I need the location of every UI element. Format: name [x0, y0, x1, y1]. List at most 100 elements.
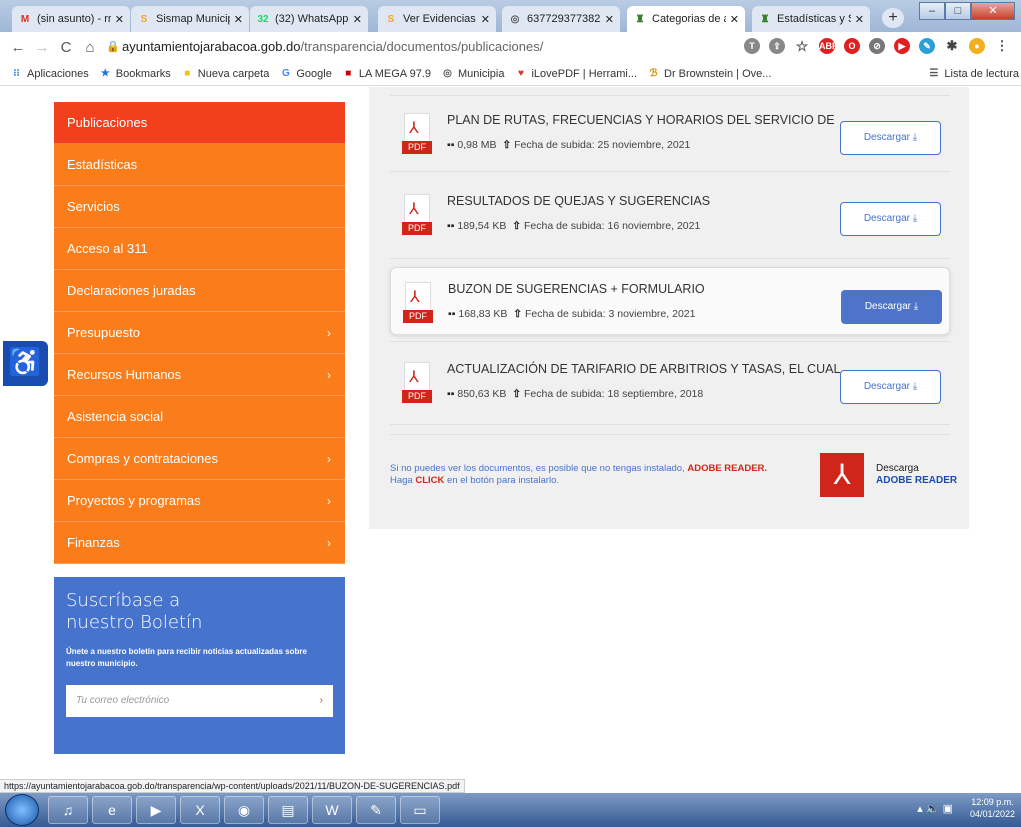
reading-list-button[interactable]: ☰ Lista de lectura: [927, 67, 1019, 80]
click-text: CLICK: [415, 475, 445, 486]
close-tab-icon[interactable]: ✕: [481, 13, 490, 26]
bookmark-star-icon[interactable]: ☆: [794, 38, 810, 54]
sidebar-item[interactable]: Proyectos y programas ›: [54, 480, 345, 522]
download-label: Descargar: [863, 381, 910, 392]
browser-tab[interactable]: S Ver Evidencias de ✕: [378, 6, 496, 32]
puzzle-icon[interactable]: ✱: [944, 38, 960, 54]
browser-tab[interactable]: ♜ Estadísticas y Su ✕: [752, 6, 870, 32]
lock-icon: 🔒: [106, 41, 120, 53]
media-player-icon[interactable]: ▶: [136, 796, 176, 824]
window-icon[interactable]: ▭: [400, 796, 440, 824]
adobe-reader-logo-icon[interactable]: ⅄: [820, 453, 864, 497]
share-icon[interactable]: ⇪: [769, 38, 785, 54]
bookmark-item[interactable]: ★ Bookmarks: [99, 67, 171, 80]
adobe-download-link[interactable]: Descarga ADOBE READER: [876, 463, 957, 487]
scanner-icon[interactable]: ✎: [356, 796, 396, 824]
tab-title: 637729377382535: [527, 13, 601, 25]
bookmark-item[interactable]: ♥ iLovePDF | Herrami...: [514, 67, 637, 80]
clock[interactable]: 12:09 p.m. 04/01/2022: [970, 796, 1015, 820]
back-icon[interactable]: ←: [6, 39, 30, 56]
bookmark-item[interactable]: ◎ Municipia: [441, 67, 504, 80]
bookmark-item[interactable]: ■ LA MEGA 97.9: [342, 67, 431, 80]
translate-icon[interactable]: T: [744, 38, 760, 54]
bookmark-label: LA MEGA 97.9: [358, 67, 431, 80]
bookmark-item[interactable]: G Google: [279, 67, 332, 80]
sidebar-item[interactable]: Finanzas ›: [54, 522, 345, 564]
bookmark-item[interactable]: ⁝⁝ Aplicaciones: [10, 67, 88, 80]
chevron-right-icon: ›: [327, 536, 331, 550]
sidebar-item[interactable]: Publicaciones: [54, 102, 345, 144]
bookmark-item[interactable]: ℬ Dr Brownstein | Ove...: [647, 67, 772, 80]
download-button[interactable]: Descargar ⤓: [840, 370, 941, 404]
browser-tab[interactable]: M (sin asunto) - rrhh ✕: [12, 6, 130, 32]
home-icon[interactable]: ⌂: [78, 39, 102, 56]
sidebar-item-label: Proyectos y programas: [67, 493, 201, 508]
forward-icon[interactable]: →: [30, 39, 54, 56]
download-icon: ⤓: [912, 213, 918, 224]
file-size-icon: ▪▪: [447, 388, 455, 400]
close-tab-icon[interactable]: ✕: [605, 13, 614, 26]
download-button[interactable]: Descargar ⤓: [841, 290, 942, 324]
sidebar-item[interactable]: Compras y contrataciones ›: [54, 438, 345, 480]
url-path: /transparencia/documentos/publicaciones/: [300, 39, 544, 54]
sidebar-item[interactable]: Presupuesto ›: [54, 312, 345, 354]
download-icon: ⤓: [913, 301, 919, 312]
close-tab-icon[interactable]: ✕: [115, 13, 124, 26]
browser-tab[interactable]: S Sismap Municipal ✕: [131, 6, 249, 32]
adobe-notice: Si no puedes ver los documentos, es posi…: [390, 463, 767, 487]
sismap-icon: S: [140, 13, 148, 25]
sidebar-item[interactable]: Recursos Humanos ›: [54, 354, 345, 396]
close-tab-icon[interactable]: ✕: [855, 13, 864, 26]
opera-icon[interactable]: O: [844, 38, 860, 54]
close-tab-icon[interactable]: ✕: [353, 13, 362, 26]
documents-panel: ⅄ PDF PLAN DE RUTAS, FRECUENCIAS Y HORARIO…: [369, 87, 969, 529]
sidebar-item-label: Estadísticas: [67, 157, 138, 172]
browser-tab[interactable]: 32 (32) WhatsApp ✕: [250, 6, 368, 32]
accessibility-button[interactable]: ♿: [3, 341, 48, 386]
start-button[interactable]: [5, 794, 39, 826]
network-icon[interactable]: ▣: [943, 803, 953, 815]
close-tab-icon[interactable]: ✕: [730, 13, 739, 26]
brush-icon[interactable]: ✎: [919, 38, 935, 54]
profile-avatar[interactable]: ●: [969, 38, 985, 54]
adblock-icon[interactable]: ABP: [819, 38, 838, 54]
chevron-right-icon: ›: [327, 326, 331, 340]
new-tab-button[interactable]: +: [882, 8, 904, 28]
file-explorer-icon[interactable]: ▤: [268, 796, 308, 824]
minimize-button[interactable]: ‒: [919, 2, 945, 20]
close-tab-icon[interactable]: ✕: [234, 13, 243, 26]
sidebar-item[interactable]: Declaraciones juradas: [54, 270, 345, 312]
gmail-icon: M: [20, 13, 30, 25]
tray-arrow-icon[interactable]: ▴: [917, 803, 923, 815]
chrome-icon[interactable]: ◉: [224, 796, 264, 824]
menu-dots-icon[interactable]: ⋮: [994, 38, 1010, 54]
browser-tab[interactable]: ◎ 637729377382535 ✕: [502, 6, 620, 32]
excel-icon[interactable]: X: [180, 796, 220, 824]
download-button[interactable]: Descargar ⤓: [840, 202, 941, 236]
maximize-button[interactable]: □: [945, 2, 971, 20]
word-icon[interactable]: W: [312, 796, 352, 824]
reload-icon[interactable]: C: [54, 39, 78, 56]
site-icon: ♜: [760, 13, 770, 25]
url-bar[interactable]: 🔒 ayuntamientojarabacoa.gob.do/transpare…: [104, 35, 724, 59]
volume-icon[interactable]: 🔈: [926, 803, 940, 815]
internet-explorer-icon[interactable]: e: [92, 796, 132, 824]
pdf-extension-icon[interactable]: ▶: [894, 38, 910, 54]
bookmark-item[interactable]: ■ Nueva carpeta: [181, 67, 269, 80]
submit-arrow-icon[interactable]: ›: [320, 685, 323, 717]
extension-icon[interactable]: ⊘: [869, 38, 885, 54]
newsletter-email-input[interactable]: Tu correo electrónico ›: [66, 685, 333, 717]
sidebar-item[interactable]: Estadísticas: [54, 144, 345, 186]
pdf-file-icon: ⅄ PDF: [401, 282, 435, 324]
sidebar-item[interactable]: Servicios: [54, 186, 345, 228]
itunes-icon[interactable]: ♫: [48, 796, 88, 824]
whatsapp-icon: 32: [257, 13, 269, 25]
wheelchair-icon: ♿: [8, 347, 43, 378]
sidebar-item[interactable]: Acceso al 311: [54, 228, 345, 270]
sidebar-item[interactable]: Asistencia social: [54, 396, 345, 438]
bookmark-label: Bookmarks: [115, 67, 171, 80]
close-window-button[interactable]: ✕: [971, 2, 1015, 20]
download-button[interactable]: Descargar ⤓: [840, 121, 941, 155]
browser-tab[interactable]: ♜ Categorias de arc ✕: [627, 6, 745, 32]
file-size: 168,83 KB: [458, 308, 508, 320]
